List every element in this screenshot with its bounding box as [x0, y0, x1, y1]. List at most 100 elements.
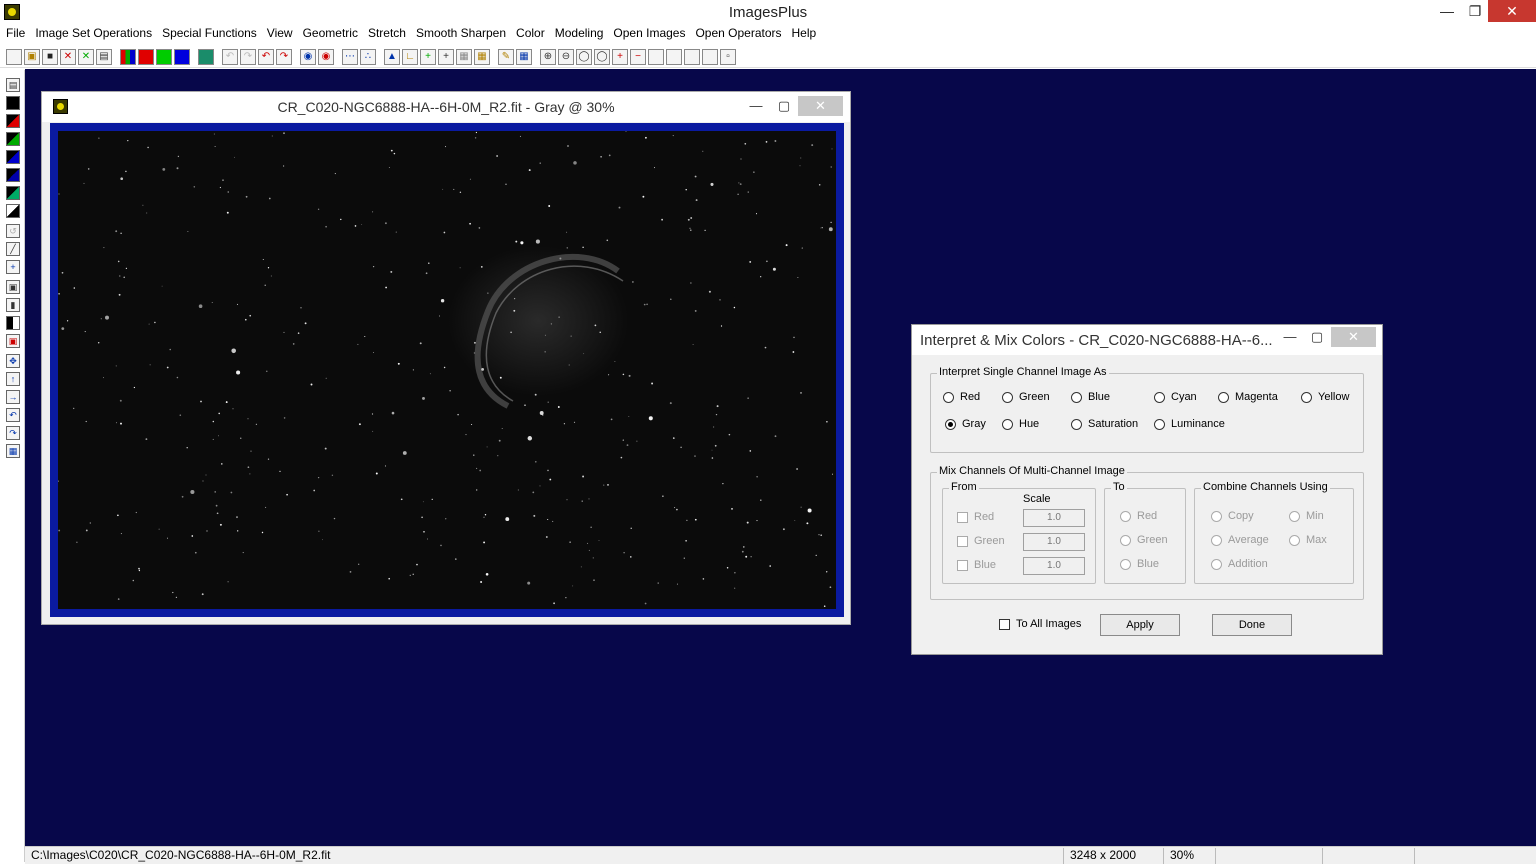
radio-cyan[interactable]: Cyan: [1154, 391, 1197, 403]
menu-view[interactable]: View: [267, 25, 298, 44]
to-blue-radio[interactable]: Blue: [1120, 558, 1159, 570]
menu-file[interactable]: File: [6, 25, 30, 44]
to-all-images-checkbox[interactable]: To All Images: [999, 618, 1081, 630]
square-select-icon[interactable]: ▣: [6, 280, 20, 294]
zoom-actual-icon[interactable]: ◯: [594, 48, 610, 65]
frame-4-icon[interactable]: [702, 48, 718, 65]
add-box-icon[interactable]: +: [612, 48, 628, 65]
dialog-minimize-icon[interactable]: —: [1276, 327, 1304, 347]
close-all-icon[interactable]: ✕: [78, 48, 94, 65]
radio-luminance[interactable]: Luminance: [1154, 418, 1225, 430]
green-channel-icon[interactable]: [156, 48, 172, 65]
invert-tool-icon[interactable]: [6, 204, 20, 218]
rotate-right-icon[interactable]: ↷: [6, 426, 20, 440]
dialog-maximize-icon[interactable]: ▢: [1303, 327, 1331, 347]
curve-icon[interactable]: ∟: [402, 48, 418, 65]
scatter-icon[interactable]: ∴: [360, 48, 376, 65]
menu-open-images[interactable]: Open Images: [613, 25, 690, 44]
combine-addition-radio[interactable]: Addition: [1211, 558, 1268, 570]
grid-icon[interactable]: [198, 48, 214, 65]
diagonal-tool-icon[interactable]: ╱: [6, 242, 20, 256]
close-icon[interactable]: ✕: [1488, 0, 1536, 22]
scale-green-input[interactable]: 1.0: [1023, 533, 1085, 551]
from-blue-checkbox[interactable]: Blue: [957, 559, 996, 571]
new-file-icon[interactable]: [6, 48, 22, 65]
radio-blue[interactable]: Blue: [1071, 391, 1110, 403]
radio-yellow[interactable]: Yellow: [1301, 391, 1349, 403]
combine-average-radio[interactable]: Average: [1211, 534, 1269, 546]
save-tool-icon[interactable]: ▤: [6, 78, 20, 92]
black-tool-icon[interactable]: [6, 96, 20, 110]
frame-5-icon[interactable]: ▫: [720, 48, 736, 65]
move-tool-icon[interactable]: ✥: [6, 354, 20, 368]
remove-box-icon[interactable]: −: [630, 48, 646, 65]
black-green-tool-icon[interactable]: [6, 132, 20, 146]
combine-max-radio[interactable]: Max: [1289, 534, 1327, 546]
radio-red[interactable]: Red: [943, 391, 980, 403]
frame-1-icon[interactable]: [648, 48, 664, 65]
zoom-out-icon[interactable]: ⊖: [558, 48, 574, 65]
combine-copy-radio[interactable]: Copy: [1211, 510, 1254, 522]
plus-tool-icon[interactable]: +: [6, 260, 20, 274]
to-red-radio[interactable]: Red: [1120, 510, 1157, 522]
redo-icon[interactable]: ↷: [276, 48, 292, 65]
image-info-icon[interactable]: ▦: [474, 48, 490, 65]
line-profile-icon[interactable]: ⋯: [342, 48, 358, 65]
menu-color[interactable]: Color: [516, 25, 550, 44]
image-close-icon[interactable]: ✕: [798, 96, 843, 116]
histogram-icon[interactable]: ▲: [384, 48, 400, 65]
apply-button[interactable]: Apply: [1100, 614, 1180, 636]
dialog-title-bar[interactable]: Interpret & Mix Colors - CR_C020-NGC6888…: [912, 325, 1382, 355]
disabled-tool-icon[interactable]: ↺: [6, 224, 20, 238]
restore-icon[interactable]: ❐: [1460, 0, 1490, 22]
image-minimize-icon[interactable]: —: [742, 96, 770, 116]
mask-tool-icon[interactable]: [6, 168, 20, 182]
arrow-up-icon[interactable]: ↑: [6, 372, 20, 386]
rotate-left-icon[interactable]: ↶: [6, 408, 20, 422]
menu-smooth-sharpen[interactable]: Smooth Sharpen: [416, 25, 511, 44]
red-channel-icon[interactable]: [138, 48, 154, 65]
redo-disabled-icon[interactable]: ↷: [240, 48, 256, 65]
image-canvas[interactable]: [58, 131, 836, 609]
menu-help[interactable]: Help: [792, 25, 822, 44]
radio-saturation[interactable]: Saturation: [1071, 418, 1138, 430]
crosshair-icon[interactable]: +: [420, 48, 436, 65]
table-icon[interactable]: ▦: [516, 48, 532, 65]
mask-green-tool-icon[interactable]: [6, 186, 20, 200]
measure-icon[interactable]: +: [438, 48, 454, 65]
split-tool-icon[interactable]: [6, 316, 20, 330]
grid-overlay-icon[interactable]: ▦: [456, 48, 472, 65]
red-select-icon[interactable]: ▣: [6, 334, 20, 348]
undo-disabled-icon[interactable]: ↶: [222, 48, 238, 65]
image-maximize-icon[interactable]: ▢: [770, 96, 798, 116]
arrow-right-icon[interactable]: →: [6, 390, 20, 404]
menu-open-operators[interactable]: Open Operators: [695, 25, 786, 44]
frame-3-icon[interactable]: [684, 48, 700, 65]
to-green-radio[interactable]: Green: [1120, 534, 1168, 546]
rgb-channels-icon[interactable]: [120, 48, 136, 65]
menu-modeling[interactable]: Modeling: [555, 25, 609, 44]
menu-special-functions[interactable]: Special Functions: [162, 25, 262, 44]
star-select-icon[interactable]: ◉: [300, 48, 316, 65]
menu-stretch[interactable]: Stretch: [368, 25, 411, 44]
star-remove-icon[interactable]: ◉: [318, 48, 334, 65]
columns-tool-icon[interactable]: ▮: [6, 298, 20, 312]
blue-channel-icon[interactable]: [174, 48, 190, 65]
zoom-in-icon[interactable]: ⊕: [540, 48, 556, 65]
menu-geometric[interactable]: Geometric: [303, 25, 363, 44]
scale-red-input[interactable]: 1.0: [1023, 509, 1085, 527]
combine-min-radio[interactable]: Min: [1289, 510, 1324, 522]
frame-2-icon[interactable]: [666, 48, 682, 65]
open-folder-icon[interactable]: ▣: [24, 48, 40, 65]
menu-image-set-operations[interactable]: Image Set Operations: [35, 25, 157, 44]
zoom-fit-icon[interactable]: ◯: [576, 48, 592, 65]
dialog-close-icon[interactable]: ✕: [1331, 327, 1376, 347]
close-image-icon[interactable]: ✕: [60, 48, 76, 65]
from-red-checkbox[interactable]: Red: [957, 511, 994, 523]
save-icon[interactable]: ■: [42, 48, 58, 65]
black-red-tool-icon[interactable]: [6, 114, 20, 128]
from-green-checkbox[interactable]: Green: [957, 535, 1005, 547]
radio-gray[interactable]: Gray: [945, 418, 986, 430]
crop-tool-icon[interactable]: ▦: [6, 444, 20, 458]
print-icon[interactable]: ▤: [96, 48, 112, 65]
